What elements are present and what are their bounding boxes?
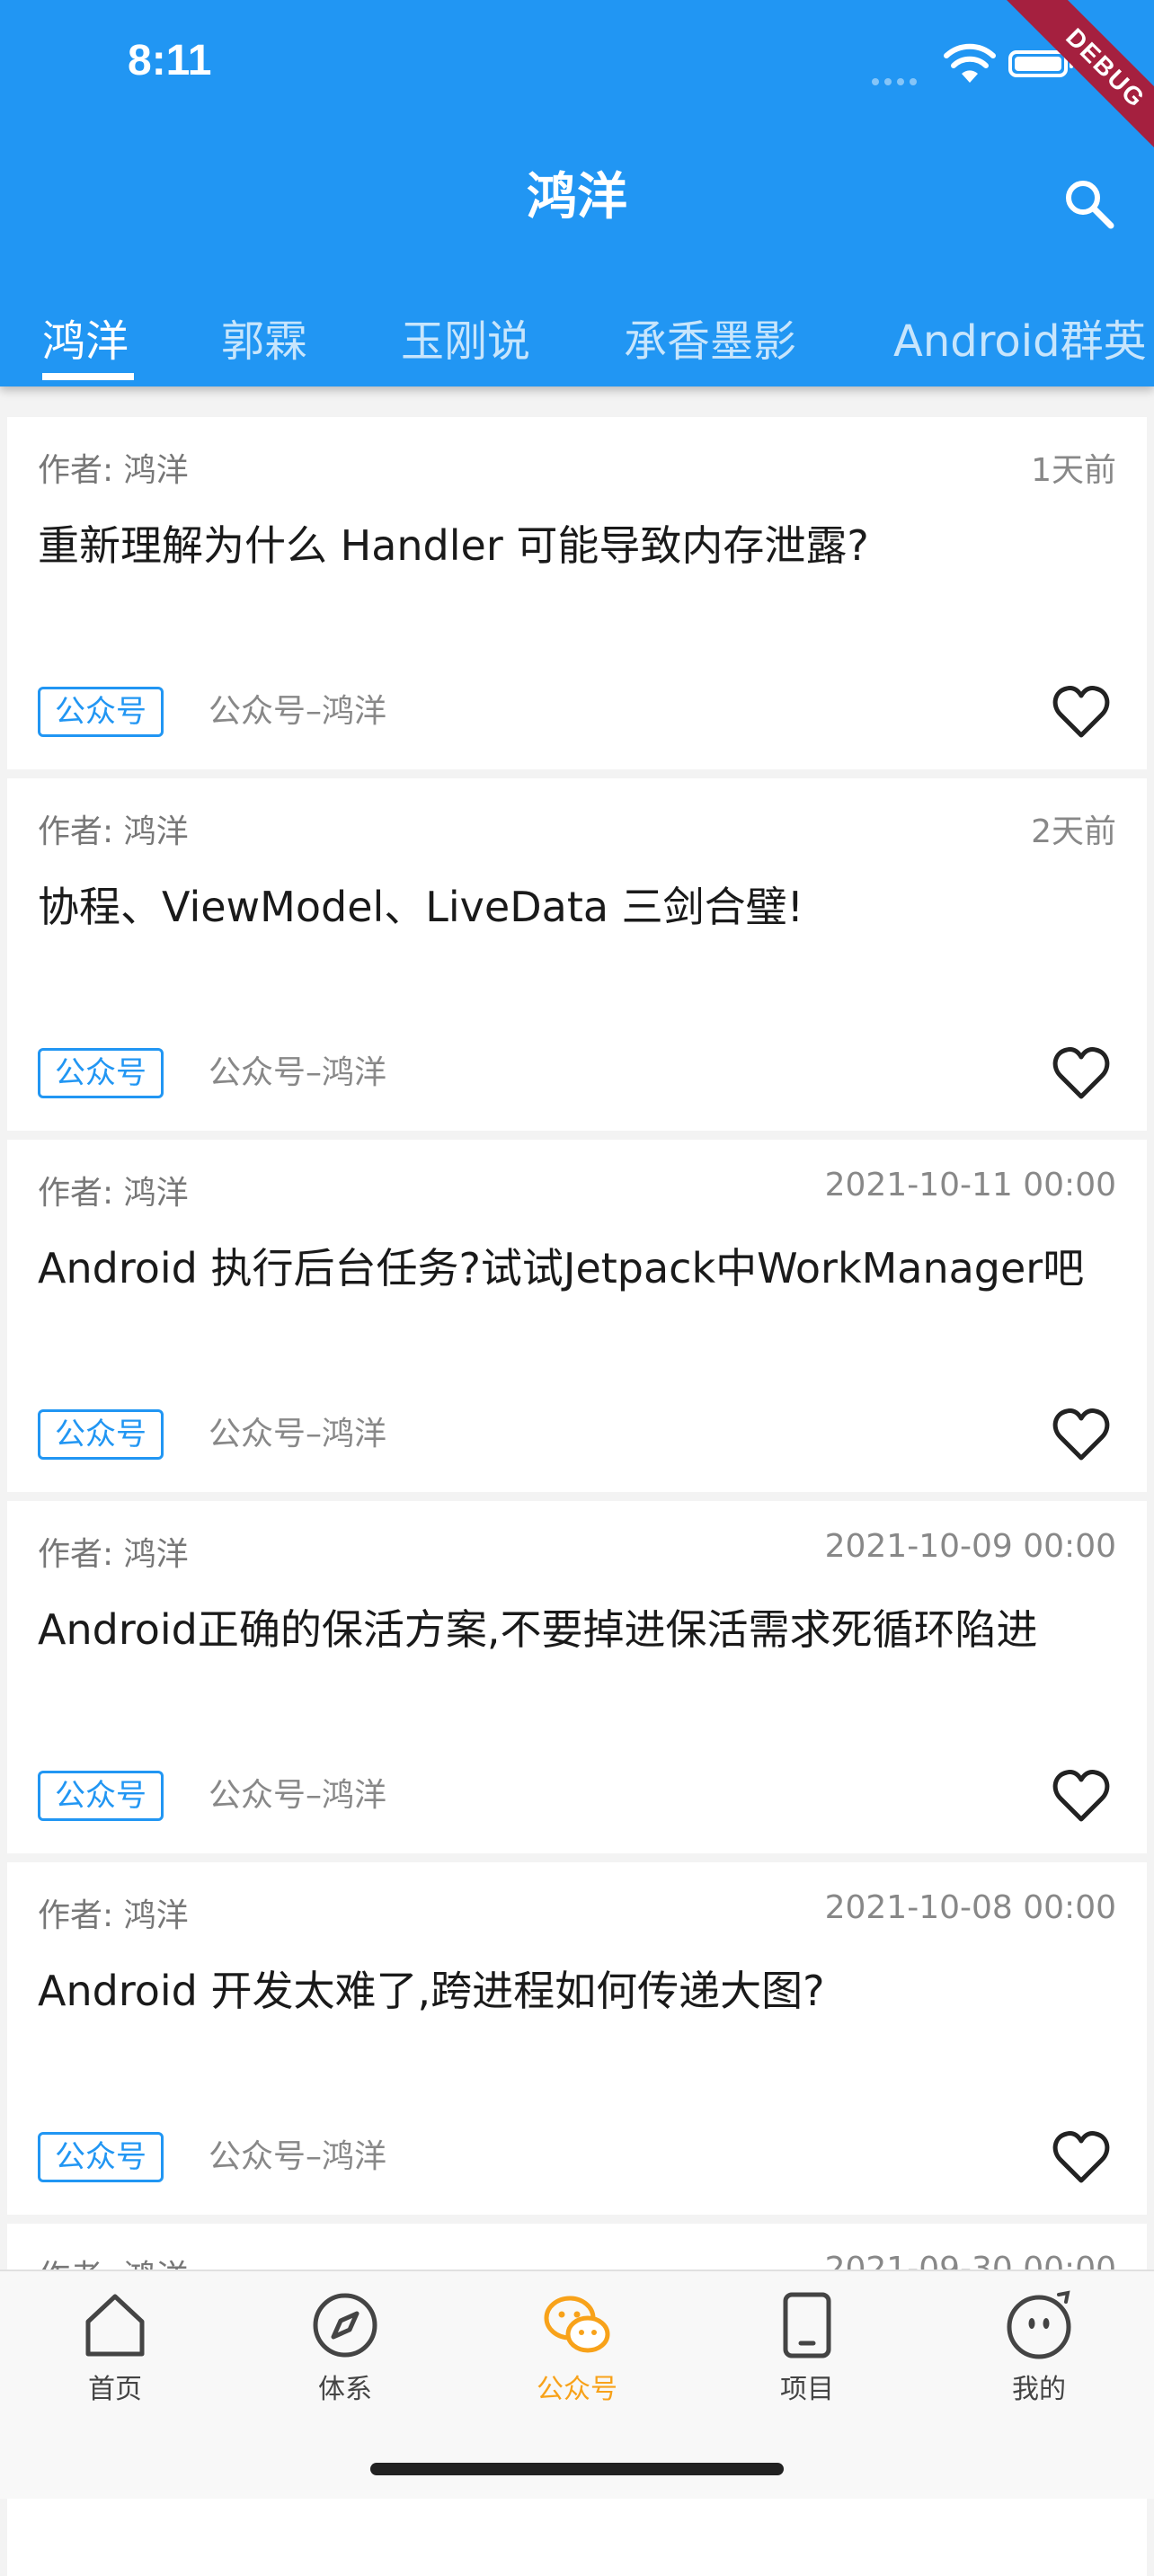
article-title[interactable]: 协程、ViewModel、LiveData 三剑合璧! [38,877,1116,937]
tablet-icon [783,2292,831,2358]
nav-profile[interactable]: 我的 [958,2289,1120,2406]
nav-label: 我的 [1012,2374,1066,2405]
article-title[interactable]: Android正确的保活方案,不要掉进保活需求死循环陷进 [38,1600,1116,1659]
status-time: 8:11 [128,37,212,84]
article-title[interactable]: Android 执行后台任务?试试Jetpack中WorkManager吧 [38,1239,1116,1298]
nav-label: 公众号 [537,2374,617,2405]
article-source: 公众号–鸿洋 [209,1777,387,1814]
article-source: 公众号–鸿洋 [209,693,387,730]
nav-home[interactable]: 首页 [34,2289,196,2406]
debug-banner: DEBUG [994,0,1154,180]
article-tag: 公众号 [38,1771,164,1821]
nav-label: 首页 [88,2374,142,2405]
heart-icon[interactable] [1052,1407,1111,1462]
home-indicator[interactable] [370,2463,784,2475]
article-source: 公众号–鸿洋 [209,2138,387,2175]
article-tag: 公众号 [38,2132,164,2182]
search-icon[interactable] [1061,175,1118,233]
tab-hongyang[interactable]: 鸿洋 [42,310,129,373]
page-title: 鸿洋 [527,168,627,227]
battery-icon [1008,50,1073,77]
tab-guolin[interactable]: 郭霖 [221,310,307,373]
tab-android-qunying[interactable]: Android群英 [893,310,1147,373]
tab-chengxiangmoying[interactable]: 承香墨影 [624,310,796,373]
article-title[interactable]: Android 开发太难了,跨进程如何传递大图? [38,1961,1116,2021]
article-title[interactable]: 重新理解为什么 Handler 可能导致内存泄露? [38,516,1116,575]
article-tag: 公众号 [38,687,164,737]
nav-label: 体系 [318,2374,372,2405]
home-icon [85,2294,145,2357]
app-bar: 8:11 DEBUG 鸿洋 鸿洋 郭霖 玉刚说 承香墨影 Android群英 [0,0,1154,386]
article-tag: 公众号 [38,1048,164,1098]
heart-icon[interactable] [1052,684,1111,740]
nav-wechat[interactable]: 公众号 [496,2289,658,2406]
signal-icon [872,72,922,89]
article-author: 作者: 鸿洋 [38,813,189,850]
article-card[interactable]: 作者: 鸿洋 2021-10-08 00:00 Android 开发太难了,跨进… [7,1862,1147,2215]
nav-project[interactable]: 项目 [726,2289,888,2406]
article-card[interactable]: 作者: 鸿洋 1天前 重新理解为什么 Handler 可能导致内存泄露? 公众号… [7,417,1147,769]
tab-indicator [42,373,134,380]
heart-icon[interactable] [1052,1045,1111,1101]
heart-icon[interactable] [1052,2129,1111,2185]
heart-icon[interactable] [1052,1768,1111,1824]
nav-label: 项目 [780,2374,834,2405]
profile-icon [1007,2290,1071,2359]
compass-icon [313,2293,377,2358]
article-time: 2021-10-08 00:00 [824,1889,1116,1926]
article-time: 2天前 [1031,813,1116,850]
wechat-icon [544,2296,610,2353]
article-source: 公众号–鸿洋 [209,1054,387,1091]
article-source: 公众号–鸿洋 [209,1416,387,1452]
nav-system[interactable]: 体系 [264,2289,426,2406]
article-author: 作者: 鸿洋 [38,1536,189,1573]
article-card[interactable]: 作者: 鸿洋 2021-10-09 00:00 Android正确的保活方案,不… [7,1501,1147,1853]
article-author: 作者: 鸿洋 [38,452,189,489]
tab-bar: 鸿洋 郭霖 玉刚说 承香墨影 Android群英 [0,310,1154,386]
status-icons [872,41,1079,86]
article-card[interactable]: 作者: 鸿洋 2天前 协程、ViewModel、LiveData 三剑合璧! 公… [7,778,1147,1131]
article-time: 1天前 [1031,452,1116,489]
tab-yugangshuo[interactable]: 玉刚说 [401,310,530,373]
article-time: 2021-10-09 00:00 [824,1528,1116,1565]
wifi-icon [944,43,996,83]
article-author: 作者: 鸿洋 [38,1175,189,1212]
article-time: 2021-10-11 00:00 [824,1167,1116,1204]
article-tag: 公众号 [38,1409,164,1460]
article-card[interactable]: 作者: 鸿洋 2021-10-11 00:00 Android 执行后台任务?试… [7,1140,1147,1492]
article-author: 作者: 鸿洋 [38,1897,189,1934]
